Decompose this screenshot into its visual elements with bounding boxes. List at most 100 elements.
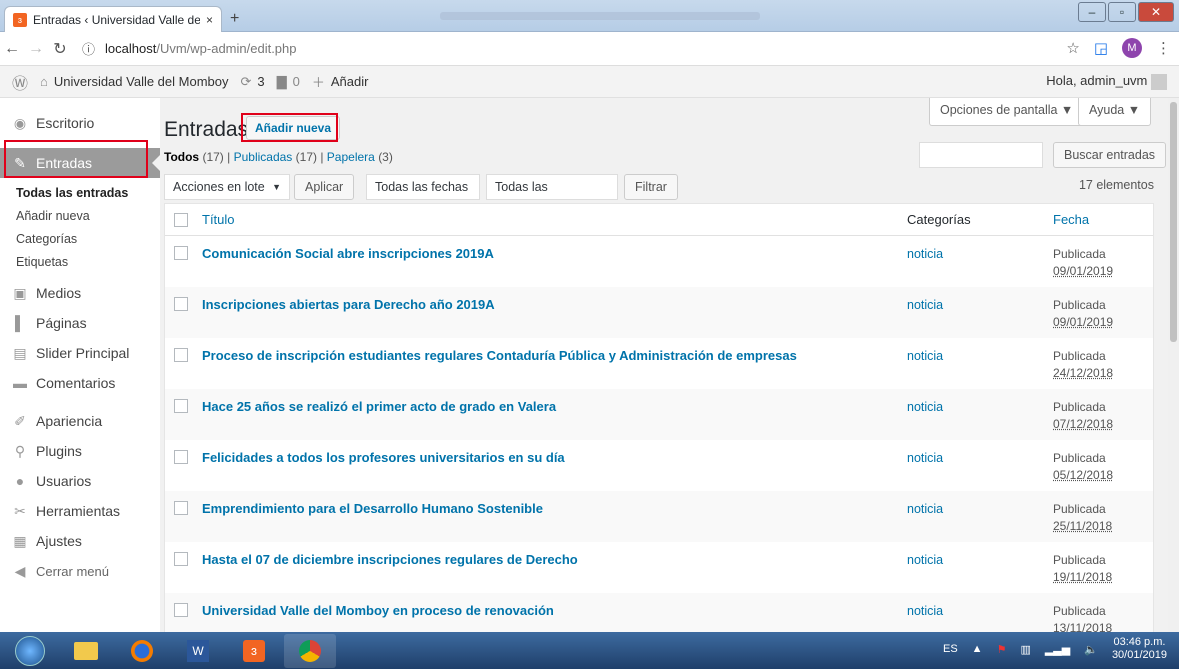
row-checkbox[interactable] bbox=[174, 246, 188, 260]
submenu-all-posts[interactable]: Todas las entradas bbox=[16, 182, 160, 205]
post-title-link[interactable]: Hasta el 07 de diciembre inscripciones r… bbox=[202, 552, 578, 567]
add-new-post-button[interactable]: Añadir nueva bbox=[246, 116, 341, 140]
bulk-actions-select[interactable]: Acciones en lote ▼ bbox=[164, 174, 290, 200]
taskbar-xampp[interactable]: ɜ bbox=[228, 634, 280, 668]
info-icon[interactable]: ⓘ bbox=[82, 39, 95, 58]
updates-link[interactable]: ⟳ 3 bbox=[241, 74, 265, 90]
clock[interactable]: 03:46 p.m. 30/01/2019 bbox=[1112, 636, 1167, 662]
category-filter-select[interactable]: Todas las categorías ▼ bbox=[486, 174, 618, 218]
search-posts-button[interactable]: Buscar entradas bbox=[1053, 142, 1167, 168]
sidebar-item-medios[interactable]: ▣ Medios bbox=[0, 278, 160, 308]
taskbar-chrome[interactable] bbox=[284, 633, 336, 668]
sidebar-item-ajustes[interactable]: ▦ Ajustes bbox=[0, 526, 160, 556]
user-greeting[interactable]: Hola, admin_uvm bbox=[1046, 73, 1167, 90]
submenu-add-new[interactable]: Añadir nueva bbox=[16, 205, 160, 228]
post-category-link[interactable]: noticia bbox=[907, 247, 943, 261]
post-title-cell: Universidad Valle del Momboy en proceso … bbox=[202, 603, 907, 618]
site-name-link[interactable]: ⌂ Universidad Valle del Momboy bbox=[40, 74, 228, 89]
network-icon[interactable]: ▥ bbox=[1020, 643, 1030, 656]
minimize-button[interactable]: – bbox=[1078, 2, 1106, 22]
taskbar-explorer[interactable] bbox=[60, 634, 112, 668]
page-scrollbar[interactable] bbox=[1168, 98, 1179, 632]
row-checkbox[interactable] bbox=[174, 603, 188, 617]
date-filter-select[interactable]: Todas las fechas ▼ bbox=[366, 174, 480, 216]
row-checkbox[interactable] bbox=[174, 501, 188, 515]
row-checkbox[interactable] bbox=[174, 399, 188, 413]
post-category-link[interactable]: noticia bbox=[907, 298, 943, 312]
tray-arrow-icon[interactable]: ▲ bbox=[972, 643, 983, 655]
bookmark-star-icon[interactable]: ☆ bbox=[1066, 39, 1079, 57]
filter-trash-link[interactable]: Papelera bbox=[327, 150, 375, 164]
scrollbar-thumb[interactable] bbox=[1170, 102, 1177, 342]
sidebar-item-plugins[interactable]: ⚲ Plugins bbox=[0, 436, 160, 466]
filter-button[interactable]: Filtrar bbox=[624, 174, 678, 200]
url-field[interactable]: localhost/Uvm/wp-admin/edit.php bbox=[105, 41, 296, 56]
new-tab-button[interactable]: + bbox=[230, 10, 239, 28]
post-title-link[interactable]: Universidad Valle del Momboy en proceso … bbox=[202, 603, 554, 618]
reload-icon[interactable]: ↻ bbox=[48, 39, 72, 59]
post-title-link[interactable]: Hace 25 años se realizó el primer acto d… bbox=[202, 399, 556, 414]
column-date-header[interactable]: Fecha bbox=[1053, 212, 1153, 227]
forward-icon[interactable]: → bbox=[24, 40, 48, 58]
row-checkbox[interactable] bbox=[174, 297, 188, 311]
post-category-link[interactable]: noticia bbox=[907, 604, 943, 618]
menu-kebab-icon[interactable]: ⋮ bbox=[1156, 39, 1171, 57]
comments-link[interactable]: ▇ 0 bbox=[277, 74, 300, 90]
sidebar-item-label: Herramientas bbox=[36, 503, 121, 519]
volume-icon[interactable]: 🔈 bbox=[1084, 643, 1098, 656]
tab-close-icon[interactable]: × bbox=[206, 13, 213, 27]
filter-published-link[interactable]: Publicadas bbox=[234, 150, 293, 164]
post-category-link[interactable]: noticia bbox=[907, 349, 943, 363]
select-all-checkbox[interactable] bbox=[174, 212, 188, 227]
search-input[interactable] bbox=[919, 142, 1043, 168]
signal-icon[interactable]: ▂▃▅ bbox=[1045, 643, 1070, 656]
row-checkbox[interactable] bbox=[174, 348, 188, 362]
column-title-header[interactable]: Título bbox=[202, 212, 907, 227]
add-new-link[interactable]: ＋ Añadir bbox=[312, 72, 369, 91]
post-category-link[interactable]: noticia bbox=[907, 451, 943, 465]
title-sort-link[interactable]: Título bbox=[202, 212, 235, 227]
submenu-tags[interactable]: Etiquetas bbox=[16, 251, 160, 274]
updates-count: 3 bbox=[257, 74, 265, 89]
sidebar-item-usuarios[interactable]: ● Usuarios bbox=[0, 466, 160, 496]
windows-taskbar: W ɜ ES ▲ ⚑ ▥ ▂▃▅ 🔈 03:46 p.m. 30/01/2019 bbox=[0, 632, 1179, 669]
sidebar-item-comentarios[interactable]: ▬ Comentarios bbox=[0, 368, 160, 398]
post-category-link[interactable]: noticia bbox=[907, 553, 943, 567]
sidebar-item-escritorio[interactable]: ◉ Escritorio bbox=[0, 108, 160, 138]
taskbar-word[interactable]: W bbox=[172, 634, 224, 668]
date-sort-link[interactable]: Fecha bbox=[1053, 212, 1089, 227]
submenu-categories[interactable]: Categorías bbox=[16, 228, 160, 251]
post-title-link[interactable]: Felicidades a todos los profesores unive… bbox=[202, 450, 565, 465]
post-title-link[interactable]: Comunicación Social abre inscripciones 2… bbox=[202, 246, 494, 261]
post-title-link[interactable]: Inscripciones abiertas para Derecho año … bbox=[202, 297, 495, 312]
apply-button[interactable]: Aplicar bbox=[294, 174, 355, 200]
close-window-button[interactable]: ✕ bbox=[1138, 2, 1174, 22]
start-button[interactable] bbox=[4, 634, 56, 668]
sidebar-item-paginas[interactable]: ▌ Páginas bbox=[0, 308, 160, 338]
post-title-link[interactable]: Emprendimiento para el Desarrollo Humano… bbox=[202, 501, 543, 516]
post-title-link[interactable]: Proceso de inscripción estudiantes regul… bbox=[202, 348, 797, 363]
items-count: 17 elementos bbox=[1078, 178, 1154, 192]
post-category-link[interactable]: noticia bbox=[907, 400, 943, 414]
sidebar-item-cerrar-menu[interactable]: ◀ Cerrar menú bbox=[0, 556, 160, 586]
post-category-link[interactable]: noticia bbox=[907, 502, 943, 516]
wordpress-logo-icon[interactable]: Ⓦ bbox=[12, 70, 28, 94]
sidebar-item-herramientas[interactable]: ✂ Herramientas bbox=[0, 496, 160, 526]
sidebar-item-entradas[interactable]: ✎ Entradas bbox=[0, 148, 160, 178]
sidebar-item-apariencia[interactable]: ✐ Apariencia bbox=[0, 406, 160, 436]
row-checkbox[interactable] bbox=[174, 552, 188, 566]
profile-avatar[interactable]: M bbox=[1122, 38, 1142, 58]
sidebar-item-slider[interactable]: ▤ Slider Principal bbox=[0, 338, 160, 368]
filter-all-link[interactable]: Todos bbox=[164, 150, 199, 164]
back-icon[interactable]: ← bbox=[0, 40, 24, 58]
taskbar-firefox[interactable] bbox=[116, 634, 168, 668]
screen-options-button[interactable]: Opciones de pantalla ▼ bbox=[929, 98, 1085, 126]
language-indicator[interactable]: ES bbox=[943, 643, 958, 655]
extension-icon[interactable]: ◲ bbox=[1094, 39, 1108, 57]
help-button[interactable]: Ayuda ▼ bbox=[1078, 98, 1152, 126]
action-center-icon[interactable]: ⚑ bbox=[997, 643, 1007, 656]
browser-tab[interactable]: ɜ Entradas ‹ Universidad Valle del M × bbox=[4, 6, 222, 32]
maximize-button[interactable]: ▫ bbox=[1108, 2, 1136, 22]
row-checkbox[interactable] bbox=[174, 450, 188, 464]
pin-icon: ✎ bbox=[14, 154, 26, 171]
